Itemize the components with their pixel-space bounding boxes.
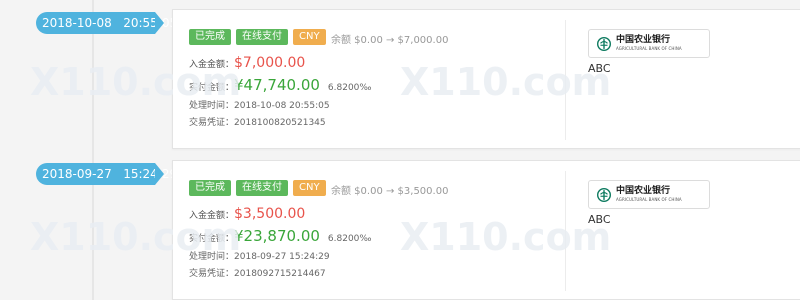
process-time-row: 处理时间： 2018-09-27 15:24:29 — [189, 249, 330, 262]
paid-amount-row: 实付金额： ¥47,740.00 6.8200‰ — [189, 76, 371, 94]
card-divider — [565, 20, 566, 140]
status-badges: 已完成 在线支付 CNY — [189, 29, 326, 45]
bank-name-cn: 中国农业银行 — [616, 186, 671, 196]
balance-change: 余额 $0.00 → $7,000.00 — [331, 35, 449, 46]
voucher-value: 2018100820521345 — [234, 118, 326, 128]
paid-amount-value: ¥23,870.00 — [234, 227, 320, 245]
bank-name-en: AGRICULTURAL BANK OF CHINA — [616, 46, 682, 51]
status-badge-completed: 已完成 — [189, 180, 231, 196]
balance-change: 余额 $0.00 → $3,500.00 — [331, 186, 449, 197]
bank-logo-text: 中国农业银行 AGRICULTURAL BANK OF CHINA — [616, 36, 682, 51]
voucher-label: 交易凭证： — [189, 269, 235, 279]
card-divider — [565, 171, 566, 291]
voucher-value: 2018092715214467 — [234, 269, 326, 279]
currency-badge: CNY — [293, 29, 326, 45]
status-badges: 已完成 在线支付 CNY — [189, 180, 326, 196]
record-date: 2018-10-08 — [42, 16, 112, 30]
paid-amount-label: 实付金额： — [189, 83, 235, 93]
exchange-rate: 6.8200‰ — [327, 234, 372, 244]
record-time: 20:55:05 — [123, 16, 178, 30]
status-badge-completed: 已完成 — [189, 29, 231, 45]
process-time-label: 处理时间： — [189, 252, 235, 262]
paid-amount-label: 实付金额： — [189, 234, 235, 244]
bank-logo-box: 中国农业银行 AGRICULTURAL BANK OF CHINA — [588, 29, 710, 58]
deposit-amount-label: 入金金额： — [189, 60, 235, 70]
currency-badge: CNY — [293, 180, 326, 196]
bank-name-en: AGRICULTURAL BANK OF CHINA — [616, 197, 682, 202]
deposit-amount-label: 入金金额： — [189, 211, 235, 221]
bank-code: ABC — [588, 62, 611, 75]
process-time-row: 处理时间： 2018-10-08 20:55:05 — [189, 98, 330, 111]
deposit-amount-value: $3,500.00 — [234, 206, 306, 222]
voucher-row: 交易凭证： 2018092715214467 — [189, 266, 326, 279]
deposit-amount-row: 入金金额： $3,500.00 — [189, 206, 305, 222]
deposit-amount-row: 入金金额： $7,000.00 — [189, 55, 305, 71]
abc-bank-logo-icon — [597, 187, 611, 202]
process-time-value: 2018-10-08 20:55:05 — [234, 101, 330, 111]
process-time-label: 处理时间： — [189, 101, 235, 111]
transaction-record: 2018-10-08 20:55:05 已完成 在线支付 CNY 余额 $0.0… — [0, 9, 800, 151]
record-date: 2018-09-27 — [42, 167, 112, 181]
transaction-card: 已完成 在线支付 CNY 余额 $0.00 → $3,500.00 入金金额： … — [172, 160, 800, 300]
bank-name-cn: 中国农业银行 — [616, 35, 671, 45]
bank-code: ABC — [588, 213, 611, 226]
voucher-row: 交易凭证： 2018100820521345 — [189, 115, 326, 128]
paid-amount-row: 实付金额： ¥23,870.00 6.8200‰ — [189, 227, 371, 245]
exchange-rate: 6.8200‰ — [327, 83, 372, 93]
record-time: 15:24:29 — [123, 167, 178, 181]
abc-bank-logo-icon — [597, 36, 611, 51]
transaction-record: 2018-09-27 15:24:29 已完成 在线支付 CNY 余额 $0.0… — [0, 160, 800, 300]
bank-logo-box: 中国农业银行 AGRICULTURAL BANK OF CHINA — [588, 180, 710, 209]
paid-amount-value: ¥47,740.00 — [234, 76, 320, 94]
bank-logo-text: 中国农业银行 AGRICULTURAL BANK OF CHINA — [616, 187, 682, 202]
payment-method-badge: 在线支付 — [236, 29, 288, 45]
transaction-card: 已完成 在线支付 CNY 余额 $0.00 → $7,000.00 入金金额： … — [172, 9, 800, 149]
payment-method-badge: 在线支付 — [236, 180, 288, 196]
process-time-value: 2018-09-27 15:24:29 — [234, 252, 330, 262]
date-tag: 2018-09-27 15:24:29 — [36, 163, 177, 185]
deposit-amount-value: $7,000.00 — [234, 55, 306, 71]
date-tag: 2018-10-08 20:55:05 — [36, 12, 177, 34]
voucher-label: 交易凭证： — [189, 118, 235, 128]
